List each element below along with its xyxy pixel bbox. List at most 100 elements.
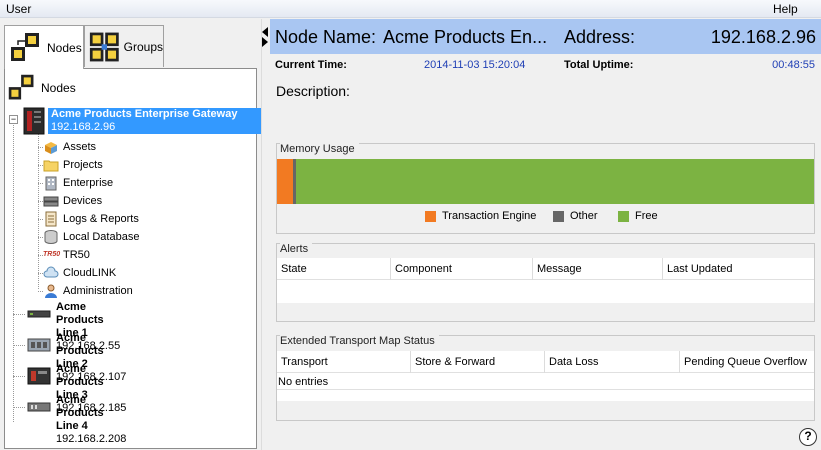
expand-right-arrow-icon[interactable] xyxy=(262,37,268,47)
legend-label: Transaction Engine xyxy=(442,210,537,222)
nodes-icon xyxy=(8,74,34,100)
node-header: Node Name: Acme Products En... Address: … xyxy=(270,19,821,54)
detail-panel: Node Name: Acme Products En... Address: … xyxy=(270,19,821,450)
address-value: 192.168.2.96 xyxy=(710,27,816,47)
legend-label: Other xyxy=(570,210,598,222)
tree-item-cloudlink[interactable]: CloudLINK xyxy=(43,265,116,281)
device-icon xyxy=(27,310,51,318)
gateway-ip: 192.168.2.96 xyxy=(51,121,116,133)
tree-item-tr50[interactable]: TR50 TR50 xyxy=(43,247,90,263)
line-4-name: Acme Products Line 4 xyxy=(56,394,104,432)
tree-line xyxy=(13,407,25,408)
device-icon xyxy=(27,338,51,352)
tree-item-admin[interactable]: Administration xyxy=(43,283,133,299)
tab-groups[interactable]: Groups xyxy=(84,25,164,67)
logs-icon xyxy=(45,211,57,227)
nodes-icon xyxy=(11,32,39,61)
transport-table-header: Transport Store & Forward Data Loss Pend… xyxy=(277,351,814,373)
column-header-last-updated[interactable]: Last Updated xyxy=(663,258,814,280)
tree-item-label: Administration xyxy=(63,285,133,297)
current-time-label: Current Time: xyxy=(275,59,347,71)
tree-line xyxy=(38,273,43,274)
menu-bar: User Help xyxy=(0,0,821,18)
memory-usage-title: Memory Usage xyxy=(280,143,359,155)
line-4-ip: 192.168.2.208 xyxy=(56,433,127,445)
tree-item-logs[interactable]: Logs & Reports xyxy=(43,211,139,227)
tree-item-devices[interactable]: Devices xyxy=(43,193,102,209)
panel-splitter[interactable] xyxy=(261,19,270,450)
tree-root[interactable]: Nodes xyxy=(7,73,76,103)
alerts-table: State Component Message Last Updated xyxy=(277,258,814,303)
transport-table: Transport Store & Forward Data Loss Pend… xyxy=(277,351,814,401)
memory-bar-other xyxy=(293,159,296,204)
tree-item-database[interactable]: Local Database xyxy=(43,229,139,245)
memory-bar-transaction-engine xyxy=(277,159,293,204)
uptime-label: Total Uptime: xyxy=(564,59,634,71)
legend-label: Free xyxy=(635,210,658,222)
left-panel: Nodes Groups Nodes − Acme Products Enter… xyxy=(0,19,271,450)
cloud-icon xyxy=(43,266,59,278)
alerts-group: Alerts State Component Message Last Upda… xyxy=(276,243,815,322)
enterprise-icon xyxy=(45,176,57,191)
menu-user[interactable]: User xyxy=(6,2,31,16)
column-header-data-loss[interactable]: Data Loss xyxy=(545,351,680,373)
address-label: Address: xyxy=(564,27,636,47)
database-icon xyxy=(44,230,58,244)
help-icon[interactable]: ? xyxy=(799,428,817,446)
column-header-transport[interactable]: Transport xyxy=(277,351,411,373)
column-header-pending-queue-overflow[interactable]: Pending Queue Overflow xyxy=(680,351,814,373)
tree-line xyxy=(13,345,25,346)
tab-groups-label: Groups xyxy=(123,39,163,54)
tab-nodes-label: Nodes xyxy=(47,40,82,55)
alerts-title: Alerts xyxy=(280,243,313,255)
column-header-store-forward[interactable]: Store & Forward xyxy=(411,351,545,373)
transport-status-title: Extended Transport Map Status xyxy=(280,335,439,347)
collapse-left-arrow-icon[interactable] xyxy=(262,27,268,37)
legend-swatch xyxy=(618,210,629,222)
tree-item-label: Logs & Reports xyxy=(63,213,139,225)
tree-line xyxy=(38,183,43,184)
tree-item-label: TR50 xyxy=(63,249,90,261)
tr50-icon: TR50 xyxy=(43,251,61,258)
tree-item-enterprise[interactable]: Enterprise xyxy=(43,175,113,191)
tab-nodes[interactable]: Nodes xyxy=(4,25,84,69)
tree-item-label: Enterprise xyxy=(63,177,114,189)
uptime-value: 00:48:55 xyxy=(772,59,815,71)
tree-item-label: Assets xyxy=(63,141,97,153)
devices-icon xyxy=(43,196,59,207)
tree-item-label: Local Database xyxy=(63,231,140,243)
legend-swatch xyxy=(553,210,564,222)
collapse-toggle[interactable]: − xyxy=(9,115,18,124)
tree-item-assets[interactable]: Assets xyxy=(38,139,97,155)
empty-row: No entries xyxy=(277,374,814,390)
folder-icon xyxy=(43,160,59,172)
tree-line xyxy=(38,147,43,148)
device-icon xyxy=(27,402,51,412)
alerts-table-header: State Component Message Last Updated xyxy=(277,258,814,280)
node-name-label: Node Name: xyxy=(275,27,377,47)
tree-item-label: Projects xyxy=(63,159,103,171)
column-header-component[interactable]: Component xyxy=(391,258,533,280)
tree-line xyxy=(38,255,43,256)
tree-item-projects[interactable]: Projects xyxy=(43,157,103,173)
tree-line xyxy=(13,314,25,315)
tree-line xyxy=(38,165,43,166)
menu-help[interactable]: Help xyxy=(773,2,798,16)
tree-root-label: Nodes xyxy=(41,81,76,95)
tree-line xyxy=(38,291,43,292)
column-header-state[interactable]: State xyxy=(277,258,391,280)
gateway-name: Acme Products Enterprise Gateway xyxy=(51,108,238,120)
tree-line xyxy=(38,219,43,220)
current-time-value: 2014-11-03 15:20:04 xyxy=(424,59,526,71)
description-label: Description: xyxy=(276,83,350,99)
device-icon xyxy=(27,367,51,385)
admin-icon xyxy=(45,284,57,298)
tree-item-label: CloudLINK xyxy=(63,267,117,279)
node-tree: Nodes − Acme Products Enterprise Gateway… xyxy=(4,68,271,449)
legend-swatch xyxy=(425,210,436,222)
legend-free: Free xyxy=(618,210,658,222)
assets-icon xyxy=(45,142,57,154)
tree-line xyxy=(38,201,43,202)
column-header-message[interactable]: Message xyxy=(533,258,663,280)
transport-status-group: Extended Transport Map Status Transport … xyxy=(276,335,815,421)
